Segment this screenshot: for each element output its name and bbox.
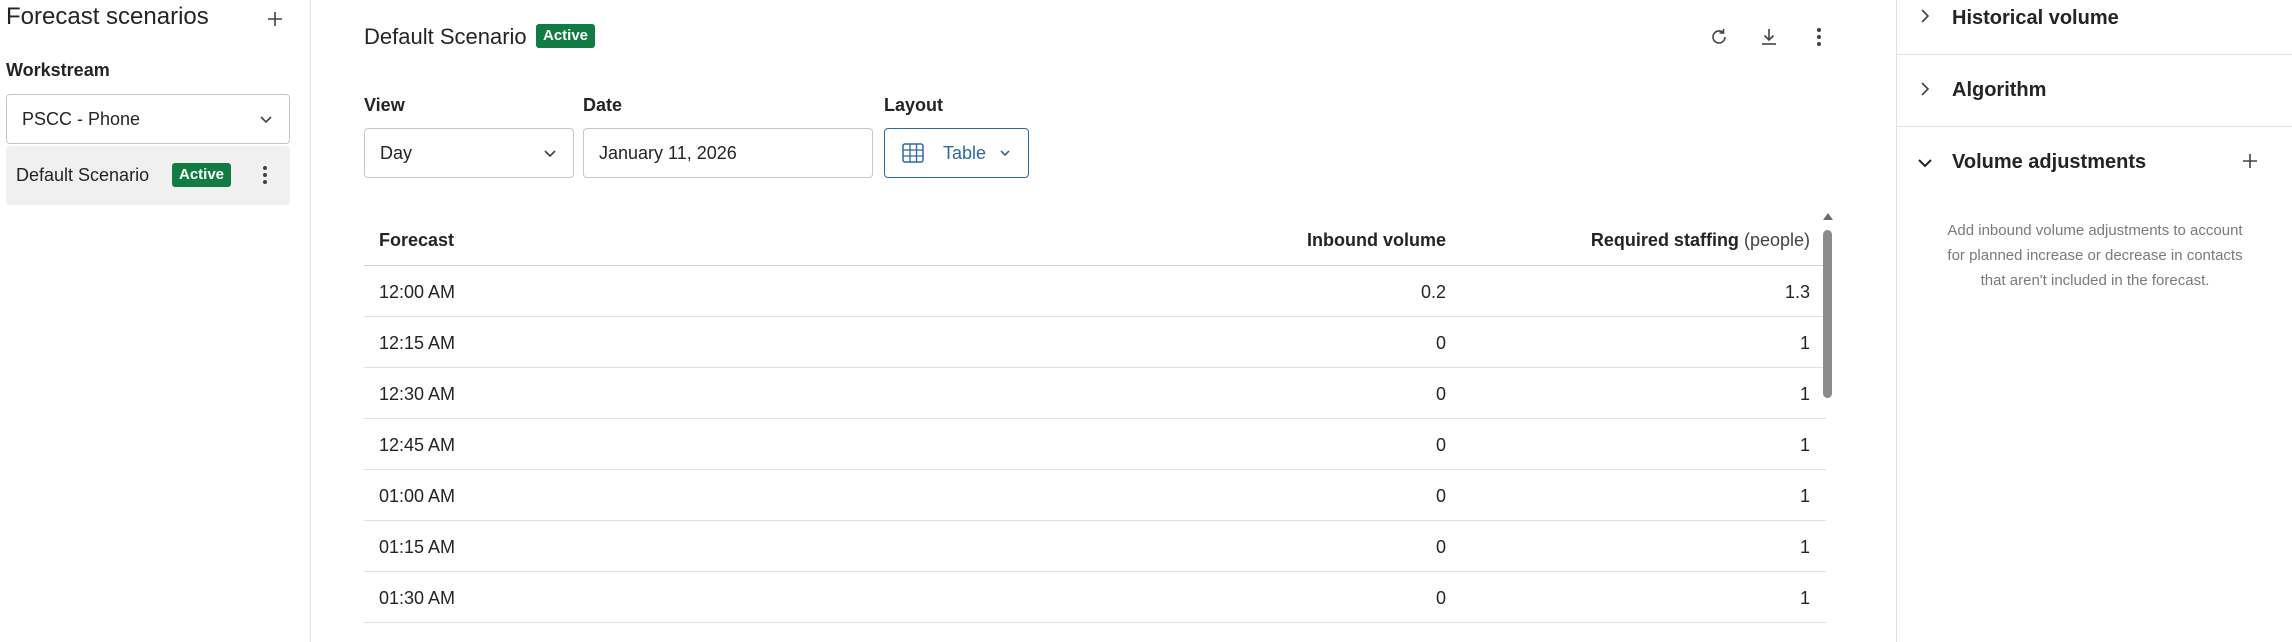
- date-input[interactable]: January 11, 2026: [583, 128, 873, 178]
- page-title: Default Scenario: [364, 24, 527, 49]
- required-staffing-unit: (people): [1743, 230, 1810, 250]
- column-header-forecast[interactable]: Forecast: [379, 230, 454, 251]
- section-title: Volume adjustments: [1952, 151, 2147, 173]
- view-value: Day: [380, 143, 413, 163]
- section-title: Algorithm: [1952, 79, 2047, 101]
- workstream-value: PSCC - Phone: [22, 109, 141, 129]
- status-badge: Active: [172, 163, 232, 187]
- scenarios-panel: Forecast scenarios Workstream PSCC - Pho…: [0, 0, 311, 642]
- required-staffing: 1: [1799, 486, 1810, 506]
- forecast-table: Forecast Inbound volume Required staffin…: [364, 212, 1826, 623]
- column-header-inbound-volume[interactable]: Inbound volume: [1307, 230, 1446, 251]
- table-scrollbar[interactable]: [1820, 210, 1836, 642]
- refresh-button[interactable]: [1702, 20, 1736, 54]
- required-staffing: 1: [1799, 333, 1810, 353]
- layout-label: Layout: [884, 95, 944, 115]
- date-label: Date: [583, 95, 623, 115]
- plus-icon: [268, 12, 282, 26]
- scenario-name: Default Scenario: [16, 165, 150, 185]
- table-row: 12:00 AM 0.2 1.3: [364, 266, 1826, 317]
- section-historical-volume[interactable]: Historical volume: [1897, 0, 2292, 55]
- table-row: 12:15 AM 0 1: [364, 317, 1826, 368]
- workstream-label: Workstream: [6, 60, 110, 80]
- more-vertical-icon: [1817, 28, 1821, 46]
- chevron-down-icon: [260, 116, 272, 124]
- chevron-down-icon: [544, 150, 556, 158]
- date-value: January 11, 2026: [599, 143, 737, 163]
- scenario-item-default[interactable]: Default Scenario Active: [6, 146, 290, 205]
- layout-dropdown[interactable]: Table: [884, 128, 1029, 178]
- section-volume-adjustments[interactable]: Volume adjustments: [1897, 127, 2292, 199]
- table-row: 12:45 AM 0 1: [364, 419, 1826, 470]
- view-dropdown[interactable]: Day: [364, 128, 574, 178]
- required-staffing: 1.3: [1784, 282, 1810, 302]
- table-row: 12:30 AM 0 1: [364, 368, 1826, 419]
- inbound-volume: 0.2: [1420, 282, 1446, 302]
- forecast-time: 12:30 AM: [379, 384, 456, 404]
- scroll-up-arrow-icon[interactable]: [1822, 212, 1834, 222]
- inbound-volume: 0: [1435, 333, 1446, 353]
- section-title: Historical volume: [1952, 7, 2119, 29]
- required-staffing: 1: [1799, 384, 1810, 404]
- scenario-detail: Default Scenario Active View Day Date Ja…: [312, 0, 1896, 642]
- forecast-time: 12:15 AM: [379, 333, 456, 353]
- scroll-thumb[interactable]: [1823, 230, 1832, 398]
- plus-icon: [2243, 154, 2257, 168]
- download-icon: [1762, 29, 1776, 45]
- inbound-volume: 0: [1435, 435, 1446, 455]
- view-label: View: [364, 95, 405, 115]
- required-staffing: 1: [1799, 588, 1810, 608]
- settings-panel: Historical volume Algorithm Volume adjus…: [1896, 0, 2292, 642]
- chevron-right-icon: [1921, 9, 1930, 23]
- table-header: Forecast Inbound volume Required staffin…: [364, 212, 1826, 266]
- more-vertical-icon: [263, 166, 267, 184]
- layout-value: Table: [943, 143, 987, 163]
- column-header-required-staffing[interactable]: Required staffing (people): [1591, 230, 1810, 251]
- inbound-volume: 0: [1435, 537, 1446, 557]
- table-row: 01:15 AM 0 1: [364, 521, 1826, 572]
- inbound-volume: 0: [1435, 588, 1446, 608]
- more-options-button[interactable]: [1802, 20, 1836, 54]
- chevron-right-icon: [1921, 82, 1930, 96]
- chevron-down-icon: [1918, 159, 1932, 168]
- table-row: 01:00 AM 0 1: [364, 470, 1826, 521]
- forecast-time: 01:15 AM: [379, 537, 456, 557]
- add-volume-adjustment-button[interactable]: [2233, 144, 2267, 178]
- table-row: 01:30 AM 0 1: [364, 572, 1826, 623]
- status-badge: Active: [536, 24, 596, 48]
- inbound-volume: 0: [1435, 384, 1446, 404]
- panel-title: Forecast scenarios: [6, 3, 209, 30]
- add-scenario-button[interactable]: [258, 2, 292, 36]
- required-staffing: 1: [1799, 435, 1810, 455]
- forecast-time: 01:30 AM: [379, 588, 456, 608]
- table-icon: [902, 143, 924, 163]
- download-button[interactable]: [1752, 20, 1786, 54]
- forecast-time: 12:45 AM: [379, 435, 456, 455]
- volume-adjustments-hint: Add inbound volume adjustments to accoun…: [1947, 222, 2243, 289]
- refresh-icon: [1712, 29, 1726, 44]
- required-staffing: 1: [1799, 537, 1810, 557]
- required-staffing-label: Required staffing: [1590, 230, 1739, 250]
- forecast-time: 01:00 AM: [379, 486, 456, 506]
- section-algorithm[interactable]: Algorithm: [1897, 55, 2292, 127]
- scenario-more-button[interactable]: [250, 160, 280, 190]
- forecast-time: 12:00 AM: [379, 282, 456, 302]
- workstream-dropdown[interactable]: PSCC - Phone: [6, 94, 290, 144]
- chevron-down-icon: [1000, 150, 1010, 157]
- inbound-volume: 0: [1435, 486, 1446, 506]
